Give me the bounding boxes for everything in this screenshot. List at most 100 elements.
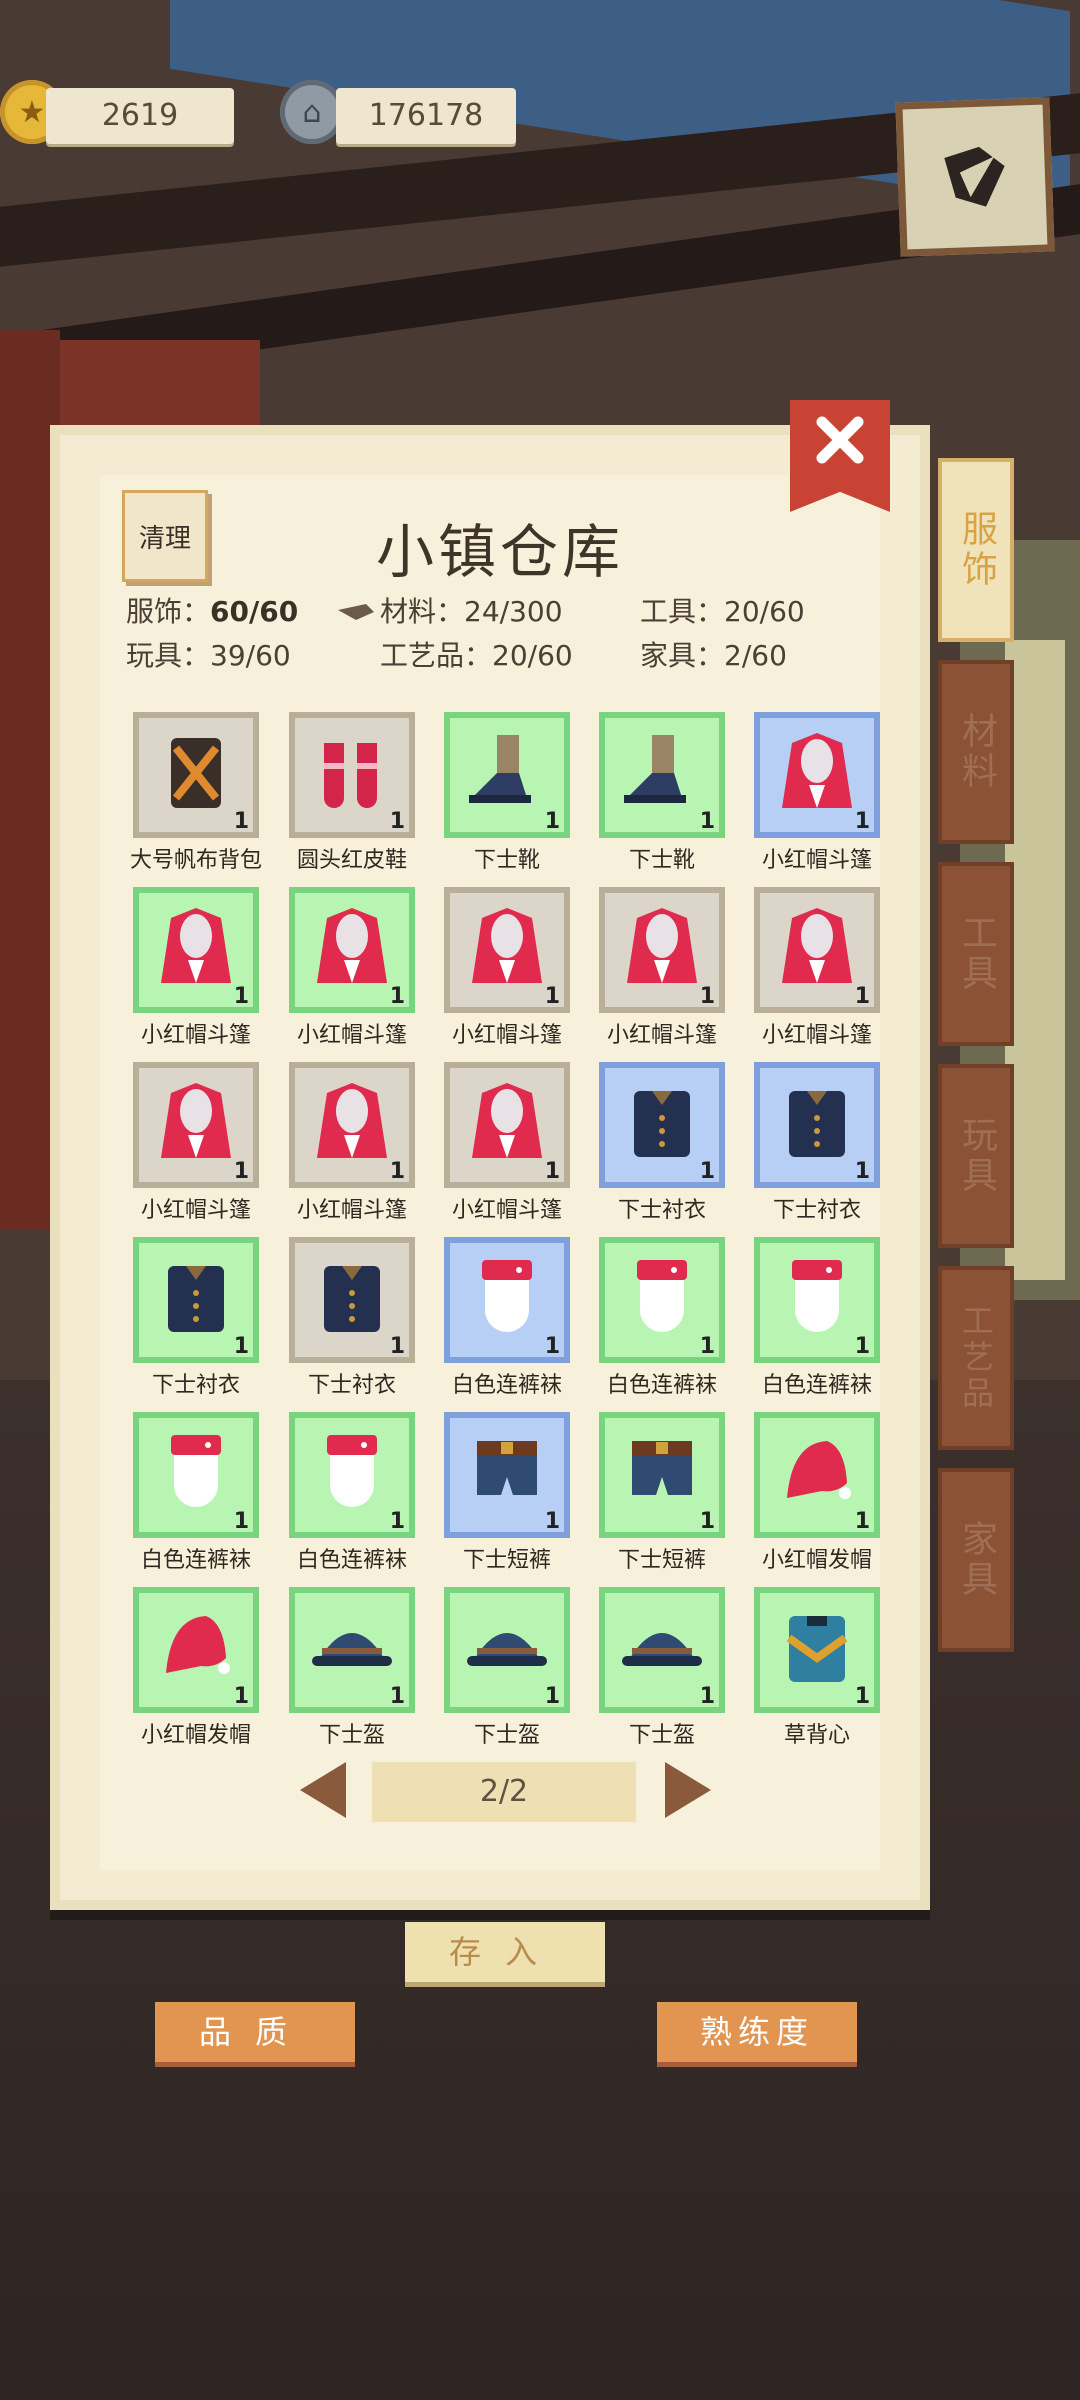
inventory-item[interactable]: 1 小红帽发帽 [133, 1587, 259, 1749]
item-slot[interactable]: 1 [599, 1587, 725, 1713]
inventory-item[interactable]: 1 白色连裤袜 [289, 1412, 415, 1574]
inventory-item[interactable]: 1 下士靴 [444, 712, 570, 874]
clean-button[interactable]: 清理 [122, 490, 208, 582]
prev-page-button[interactable] [300, 1762, 346, 1818]
inventory-item[interactable]: 1 下士靴 [599, 712, 725, 874]
tab-3[interactable]: 玩具 [938, 1064, 1014, 1248]
inventory-item[interactable]: 1 白色连裤袜 [444, 1237, 570, 1399]
inventory-item[interactable]: 1 小红帽斗篷 [289, 887, 415, 1049]
item-slot[interactable]: 1 [289, 1237, 415, 1363]
shirt-icon [767, 1073, 867, 1177]
quality-sort-button[interactable]: 品质 [155, 2002, 355, 2062]
item-slot[interactable]: 1 [444, 1237, 570, 1363]
item-slot[interactable]: 1 [599, 1237, 725, 1363]
item-slot[interactable]: 1 [754, 712, 880, 838]
item-slot[interactable]: 1 [289, 1062, 415, 1188]
inventory-item[interactable]: 1 下士衬衣 [599, 1062, 725, 1224]
inventory-item[interactable]: 1 小红帽斗篷 [444, 887, 570, 1049]
inventory-item[interactable]: 1 白色连裤袜 [599, 1237, 725, 1399]
silver-value: 176178 [368, 98, 484, 133]
inventory-item[interactable]: 1 大号帆布背包 [130, 712, 262, 874]
item-slot[interactable]: 1 [289, 712, 415, 838]
item-slot[interactable]: 1 [444, 1412, 570, 1538]
inventory-item[interactable]: 1 小红帽斗篷 [289, 1062, 415, 1224]
tab-5[interactable]: 家具 [938, 1468, 1014, 1652]
inventory-item[interactable]: 1 下士盔 [289, 1587, 415, 1749]
item-name: 大号帆布背包 [129, 848, 262, 873]
item-slot[interactable]: 1 [133, 1587, 259, 1713]
red-hood-icon [767, 1423, 867, 1527]
inventory-item[interactable]: 1 小红帽斗篷 [754, 712, 880, 874]
tab-4[interactable]: 工艺品 [938, 1266, 1014, 1450]
item-slot[interactable]: 1 [754, 1587, 880, 1713]
inventory-item[interactable]: 1 下士衬衣 [289, 1237, 415, 1399]
tab-1[interactable]: 材料 [938, 660, 1014, 844]
item-slot[interactable]: 1 [754, 1412, 880, 1538]
backpack-icon [146, 723, 246, 827]
close-icon [816, 416, 864, 464]
red-cloak-icon [146, 1073, 246, 1177]
inventory-item[interactable]: 1 圆头红皮鞋 [289, 712, 415, 874]
item-slot[interactable]: 1 [133, 1062, 259, 1188]
inventory-item[interactable]: 1 小红帽斗篷 [444, 1062, 570, 1224]
item-count: 1 [389, 1334, 405, 1359]
item-slot[interactable]: 1 [599, 712, 725, 838]
item-slot[interactable]: 1 [133, 887, 259, 1013]
item-count: 1 [544, 1334, 560, 1359]
item-slot[interactable]: 1 [444, 1062, 570, 1188]
item-count: 1 [389, 809, 405, 834]
item-slot[interactable]: 1 [133, 712, 259, 838]
inventory-item[interactable]: 1 白色连裤袜 [754, 1237, 880, 1399]
stat-5: 家具：2/60 [640, 634, 787, 674]
page-indicator: 2/2 [372, 1762, 636, 1822]
item-slot[interactable]: 1 [754, 1062, 880, 1188]
item-slot[interactable]: 1 [444, 1587, 570, 1713]
inventory-item[interactable]: 1 小红帽斗篷 [599, 887, 725, 1049]
item-count: 1 [233, 984, 249, 1009]
item-name: 白色连裤袜 [451, 1373, 562, 1398]
item-slot[interactable]: 1 [599, 1062, 725, 1188]
inventory-item[interactable]: 1 小红帽斗篷 [133, 887, 259, 1049]
journal-button[interactable] [895, 97, 1055, 257]
item-slot[interactable]: 1 [599, 887, 725, 1013]
page-title: 小镇仓库 [375, 518, 624, 586]
item-name: 小红帽斗篷 [451, 1023, 562, 1048]
store-button[interactable]: 存入 [405, 1922, 605, 1982]
red-hood-icon [146, 1598, 246, 1702]
inventory-item[interactable]: 1 小红帽斗篷 [133, 1062, 259, 1224]
item-count: 1 [854, 809, 870, 834]
tab-2[interactable]: 工具 [938, 862, 1014, 1046]
inventory-item[interactable]: 1 白色连裤袜 [133, 1412, 259, 1574]
item-slot[interactable]: 1 [599, 1412, 725, 1538]
stat-label: 服饰： [126, 595, 211, 628]
inventory-item[interactable]: 1 下士盔 [444, 1587, 570, 1749]
item-slot[interactable]: 1 [289, 887, 415, 1013]
inventory-item[interactable]: 1 下士短裤 [444, 1412, 570, 1574]
red-cloak-icon [457, 1073, 557, 1177]
item-slot[interactable]: 1 [289, 1412, 415, 1538]
inventory-item[interactable]: 1 草背心 [754, 1587, 880, 1749]
inventory-item[interactable]: 1 小红帽发帽 [754, 1412, 880, 1574]
next-page-button[interactable] [665, 1762, 711, 1818]
item-slot[interactable]: 1 [754, 1237, 880, 1363]
item-name: 下士盔 [473, 1723, 540, 1748]
item-slot[interactable]: 1 [289, 1587, 415, 1713]
stat-3: 玩具：39/60 [126, 634, 291, 674]
inventory-item[interactable]: 1 下士衬衣 [754, 1062, 880, 1224]
proficiency-sort-button[interactable]: 熟练度 [657, 2002, 857, 2062]
inventory-item[interactable]: 1 下士衬衣 [133, 1237, 259, 1399]
item-slot[interactable]: 1 [444, 712, 570, 838]
stat-label: 家具： [640, 639, 725, 672]
inventory-item[interactable]: 1 小红帽斗篷 [754, 887, 880, 1049]
item-slot[interactable]: 1 [133, 1237, 259, 1363]
tab-0[interactable]: 服饰 [938, 458, 1014, 642]
item-slot[interactable]: 1 [754, 887, 880, 1013]
item-slot[interactable]: 1 [444, 887, 570, 1013]
item-slot[interactable]: 1 [133, 1412, 259, 1538]
inventory-item[interactable]: 1 下士盔 [599, 1587, 725, 1749]
item-name: 小红帽发帽 [761, 1548, 872, 1573]
shirt-icon [612, 1073, 712, 1177]
item-name: 下士盔 [318, 1723, 385, 1748]
item-count: 1 [544, 1509, 560, 1534]
inventory-item[interactable]: 1 下士短裤 [599, 1412, 725, 1574]
